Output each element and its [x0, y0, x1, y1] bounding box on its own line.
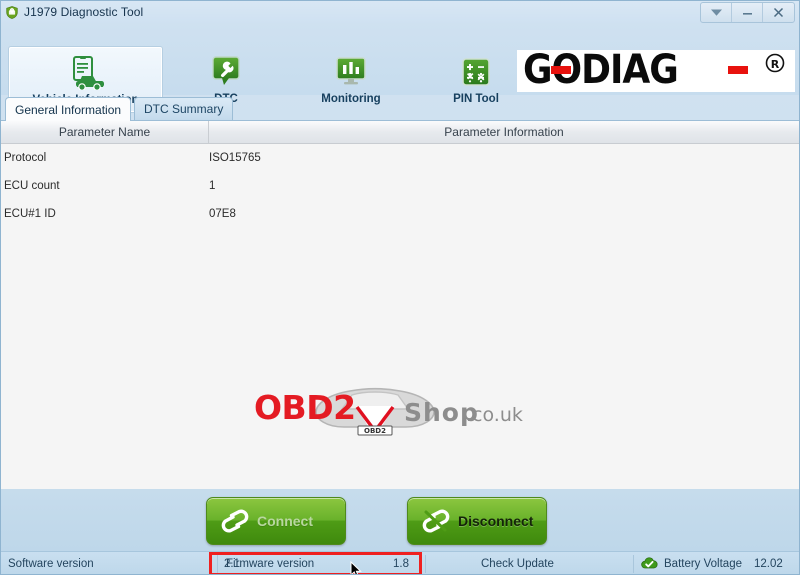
monitor-chart-icon [334, 52, 368, 92]
tab-general-information[interactable]: General Information [5, 97, 132, 121]
connect-button[interactable]: Connect [206, 497, 346, 545]
chain-broken-icon [420, 508, 452, 534]
column-header-parameter-name[interactable]: Parameter Name [1, 121, 209, 143]
cell-parameter-value: 07E8 [209, 208, 236, 220]
minimize-button[interactable] [732, 3, 763, 22]
clipboard-car-icon [66, 53, 106, 93]
firmware-version-highlight [209, 552, 422, 574]
minimize-icon [742, 13, 752, 15]
disconnect-button[interactable]: Disconnect [407, 497, 547, 545]
column-header-parameter-information[interactable]: Parameter Information [209, 121, 799, 143]
battery-voltage-label: Battery Voltage [664, 558, 742, 570]
obd2shop-watermark: OBD2 OBD2 Shop .co.uk [254, 379, 524, 441]
svg-text:R: R [771, 58, 780, 71]
title-bar: J1979 Diagnostic Tool [1, 1, 799, 23]
shield-icon [6, 5, 18, 19]
svg-text:OBD2: OBD2 [254, 388, 356, 427]
application-window: J1979 Diagnostic Tool Monitoring PIN Too… [0, 0, 800, 575]
godiag-logo: GODIAG R [517, 50, 795, 92]
table-row[interactable]: ECU#1 ID 07E8 [1, 200, 799, 228]
close-button[interactable] [763, 3, 794, 22]
wrench-bubble-icon [210, 52, 242, 92]
chevron-down-icon [710, 9, 722, 16]
content-panel: Parameter Name Parameter Information Pro… [1, 120, 799, 489]
mouse-cursor [350, 560, 362, 574]
table-header-row: Parameter Name Parameter Information [1, 121, 799, 144]
action-button-bar: Connect Disconnect [1, 489, 799, 551]
calculator-icon [461, 52, 491, 92]
close-icon [773, 7, 784, 18]
table-row[interactable]: Protocol ISO15765 [1, 144, 799, 172]
window-controls [700, 2, 795, 23]
main-toolbar: Vehicle Information DTC [1, 23, 799, 112]
chain-link-icon [219, 508, 251, 534]
svg-text:Shop: Shop [404, 398, 479, 427]
disconnect-button-label: Disconnect [458, 513, 534, 529]
window-menu-button[interactable] [701, 3, 732, 22]
svg-text:GODIAG: GODIAG [523, 50, 678, 92]
battery-voltage-value: 12.02 [754, 558, 783, 570]
tab-dtc-summary[interactable]: DTC Summary [134, 97, 234, 120]
table-row[interactable]: ECU count 1 [1, 172, 799, 200]
car-outline-icon: OBD2 [315, 387, 435, 436]
green-cloud-check-icon [641, 556, 658, 574]
tab-label: General Information [15, 102, 122, 117]
cell-parameter-name: ECU count [4, 180, 60, 192]
table-body: Protocol ISO15765 ECU count 1 ECU#1 ID 0… [1, 144, 799, 228]
window-title: J1979 Diagnostic Tool [24, 5, 144, 19]
svg-text:OBD2: OBD2 [364, 427, 386, 435]
svg-text:.co.uk: .co.uk [466, 404, 523, 426]
cell-parameter-value: ISO15765 [209, 152, 261, 164]
connect-button-label: Connect [257, 513, 313, 529]
cell-parameter-name: Protocol [4, 152, 47, 164]
cell-parameter-value: 1 [209, 180, 216, 192]
tab-label: DTC Summary [144, 102, 224, 116]
cell-parameter-name: ECU#1 ID [4, 208, 56, 220]
tab-strip: General Information DTC Summary [1, 97, 799, 121]
check-update-link[interactable]: Check Update [481, 552, 554, 574]
software-version-label: Software version [8, 558, 94, 570]
